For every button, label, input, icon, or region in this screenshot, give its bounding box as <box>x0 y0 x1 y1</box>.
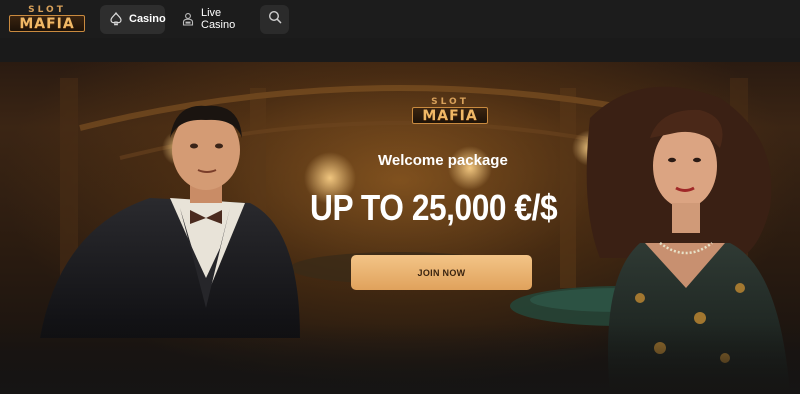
spade-icon <box>109 12 123 26</box>
logo-mafia-text: MAFIA <box>9 15 85 32</box>
site-logo[interactable]: SLOT MAFIA <box>9 5 85 32</box>
join-now-button[interactable]: JOIN NOW <box>351 255 532 290</box>
search-icon <box>268 10 282 29</box>
nav-casino-button[interactable]: Casino <box>100 4 166 34</box>
top-navigation-bar: SLOT MAFIA Casino Live Casino <box>0 0 800 38</box>
bonus-headline: UP TO 25,000 €/$ <box>310 187 558 228</box>
nav-live-casino-label: Live Casino <box>201 7 236 31</box>
hero-logo-slot-text: SLOT <box>431 97 469 107</box>
hero-logo-mafia-text: MAFIA <box>412 107 488 124</box>
nav-casino-label: Casino <box>129 13 166 25</box>
logo-slot-text: SLOT <box>28 5 66 15</box>
banner-bottom-fade <box>0 324 800 394</box>
hero-logo: SLOT MAFIA <box>412 97 488 124</box>
dealer-icon <box>181 12 195 26</box>
nav-live-casino-button[interactable]: Live Casino <box>168 5 254 34</box>
search-button[interactable] <box>260 4 289 34</box>
welcome-subtitle: Welcome package <box>378 152 508 169</box>
